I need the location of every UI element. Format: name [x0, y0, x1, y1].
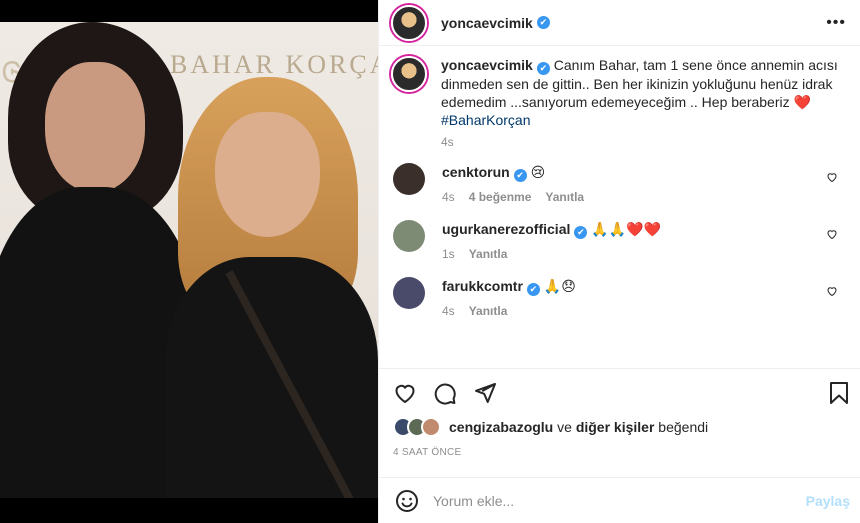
post-photo: Ꮆ BAHAR KORÇAN [0, 22, 378, 498]
comment-input[interactable] [433, 492, 806, 509]
comment-username[interactable]: ugurkanerezofficial [442, 221, 570, 237]
person-right-face [215, 112, 320, 237]
other-likers-link[interactable]: diğer kişiler [576, 419, 655, 435]
caption-avatar[interactable] [391, 56, 427, 92]
verified-badge-icon: ✔ [574, 226, 588, 239]
caption-text: yoncaevcimik ✔ Canım Bahar, tam 1 sene ön… [441, 56, 841, 129]
comment-like-heart-icon[interactable] [826, 228, 838, 240]
emoji-icon[interactable] [395, 489, 419, 513]
likes-summary: cengizabazoglu ve diğer kişiler beğendi [393, 417, 850, 437]
comment-likes[interactable]: 4 beğenme [469, 190, 532, 204]
comment-username[interactable]: farukkcomtr [442, 278, 523, 294]
comment-text: 🙏🙏❤️❤️ [591, 221, 661, 237]
comment: farukkcomtr ✔ 🙏😞 4s Yanıtla [391, 277, 846, 320]
likes-suffix: beğendi [658, 419, 709, 435]
verified-badge-icon: ✔ [513, 169, 527, 182]
commenter-avatar[interactable] [393, 277, 425, 309]
post-media[interactable]: Ꮆ BAHAR KORÇAN [0, 0, 378, 523]
bookmark-icon[interactable] [828, 381, 850, 405]
post-actions: cengizabazoglu ve diğer kişiler beğendi … [379, 368, 860, 458]
reply-button[interactable]: Yanıtla [545, 190, 584, 204]
comment-text: 😢 [530, 164, 546, 180]
heart-icon[interactable] [393, 381, 417, 405]
add-comment-bar: Paylaş [379, 477, 860, 523]
verified-badge-icon: ✔ [536, 62, 550, 75]
share-icon[interactable] [473, 381, 497, 405]
author-avatar[interactable] [391, 4, 427, 41]
author-username[interactable]: yoncaevcimik [441, 15, 533, 31]
verified-badge-icon: ✔ [526, 283, 540, 296]
heart-emoji: ❤️ [793, 94, 811, 110]
commenter-avatar[interactable] [393, 220, 425, 252]
action-icons [393, 375, 850, 411]
post-timestamp[interactable]: 4 SAAT ÖNCE [393, 447, 850, 458]
comments-section: yoncaevcimik ✔ Canım Bahar, tam 1 sene ön… [379, 56, 860, 356]
reply-button[interactable]: Yanıtla [469, 247, 508, 261]
comment-icon[interactable] [433, 381, 457, 405]
wall-text: BAHAR KORÇAN [170, 50, 378, 79]
post-header: yoncaevcimik ✔ ••• [379, 0, 860, 46]
liker-username[interactable]: cengizabazoglu [449, 419, 553, 435]
post-comment-button[interactable]: Paylaş [806, 493, 850, 509]
caption: yoncaevcimik ✔ Canım Bahar, tam 1 sene ön… [391, 56, 846, 149]
comment: ugurkanerezofficial ✔ 🙏🙏❤️❤️ 1s Yanıtla [391, 220, 846, 263]
comment-time[interactable]: 4s [442, 304, 455, 318]
comment-time[interactable]: 4s [442, 190, 455, 204]
post-side-panel: yoncaevcimik ✔ ••• yoncaevcimik ✔ Canım B… [378, 0, 860, 523]
caption-time[interactable]: 4s [441, 135, 454, 149]
comment: cenktorun ✔ 😢 4s 4 beğenme Yanıtla [391, 163, 846, 206]
reply-button[interactable]: Yanıtla [469, 304, 508, 318]
likes-and: ve [557, 419, 572, 435]
person-left-face [45, 62, 145, 192]
caption-hashtag[interactable]: #BaharKorçan [441, 112, 531, 128]
verified-badge-icon: ✔ [536, 16, 550, 29]
liker-avatars[interactable] [393, 417, 441, 437]
more-icon[interactable]: ••• [826, 14, 846, 32]
comment-text: 🙏😞 [543, 278, 576, 294]
comment-username[interactable]: cenktorun [442, 164, 510, 180]
commenter-avatar[interactable] [393, 163, 425, 195]
comment-like-heart-icon[interactable] [826, 285, 838, 297]
comment-time[interactable]: 1s [442, 247, 455, 261]
caption-username[interactable]: yoncaevcimik [441, 57, 533, 73]
liker-avatar [421, 417, 441, 437]
caption-meta: 4s [441, 135, 841, 149]
comment-like-heart-icon[interactable] [826, 171, 838, 183]
person-right-body [165, 257, 378, 498]
